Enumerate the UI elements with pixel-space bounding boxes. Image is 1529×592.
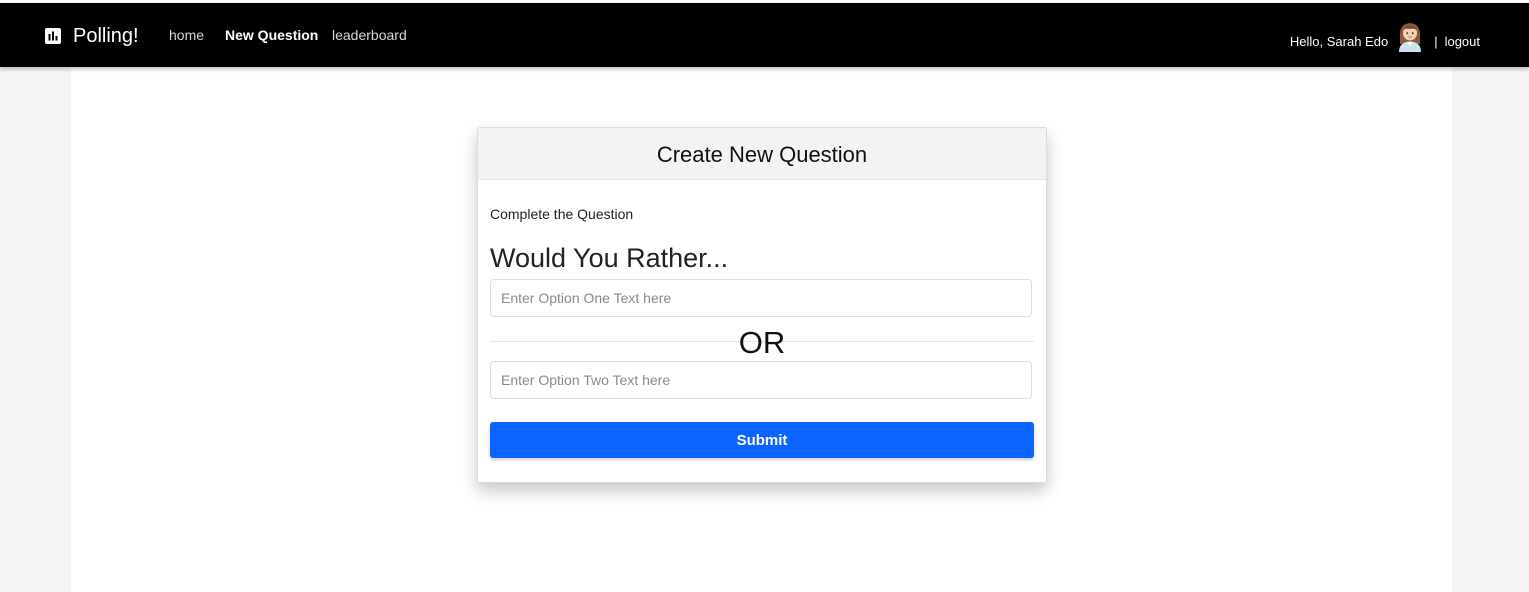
- card-title: Create New Question: [656, 141, 868, 167]
- bar-chart-icon: [45, 28, 61, 44]
- nav-link-home[interactable]: home: [169, 26, 204, 44]
- new-question-card: Create New Question Complete the Questio…: [477, 127, 1047, 483]
- submit-button[interactable]: Submit: [490, 422, 1034, 458]
- nav-link-leaderboard[interactable]: leaderboard: [332, 26, 407, 44]
- brand-name: Polling!: [73, 24, 139, 47]
- option-two-input[interactable]: [490, 361, 1032, 399]
- question-heading: Would You Rather...: [490, 243, 729, 273]
- user-menu: Hello, Sarah Edo | logout: [1290, 19, 1480, 53]
- option-one-input[interactable]: [490, 279, 1032, 317]
- instruction-text: Complete the Question: [490, 206, 634, 222]
- or-label: OR: [738, 325, 786, 360]
- user-greeting: Hello, Sarah Edo: [1289, 33, 1389, 49]
- brand[interactable]: Polling!: [45, 21, 139, 51]
- top-navbar: Polling! home New Question leaderboard H…: [0, 3, 1529, 67]
- logout-link[interactable]: logout: [1445, 34, 1480, 49]
- card-header: Create New Question: [478, 128, 1046, 180]
- user-avatar-icon: [1399, 23, 1422, 52]
- user-menu-separator: |: [1434, 33, 1438, 49]
- nav-link-new-question[interactable]: New Question: [225, 26, 318, 44]
